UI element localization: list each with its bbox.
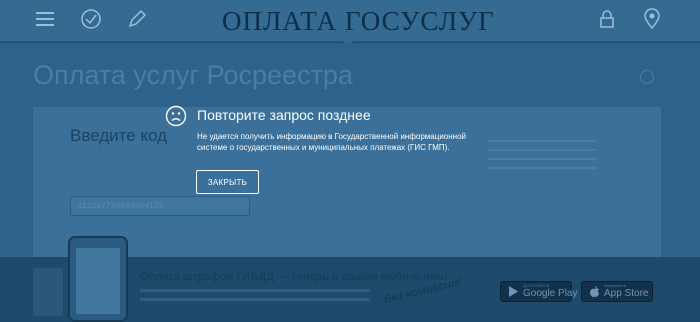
site-header: ОПЛАТА ГОСУСЛУГ xyxy=(0,0,700,46)
app-store-button[interactable]: Загрузите в App Store xyxy=(581,281,653,302)
lock-icon[interactable] xyxy=(596,8,618,30)
google-play-icon xyxy=(507,285,520,298)
promo-description xyxy=(140,289,370,307)
dialog-title: Повторите запрос позднее xyxy=(197,107,371,123)
apple-icon xyxy=(588,285,601,298)
brand-logo[interactable]: ОПЛАТА ГОСУСЛУГ xyxy=(222,6,495,37)
promo-image xyxy=(33,268,63,316)
menu-icon[interactable] xyxy=(34,8,56,30)
promo-title: Оплата штрафов ГИБДД — теперь в вашем мо… xyxy=(140,271,448,283)
location-pin-icon[interactable] xyxy=(641,8,663,30)
help-icon[interactable] xyxy=(640,70,654,84)
phone-illustration xyxy=(68,236,128,322)
close-button[interactable]: ЗАКРЫТЬ xyxy=(196,170,259,194)
form-heading: Введите код xyxy=(70,126,168,145)
dialog-message: Не удается получить информацию в Государ… xyxy=(197,132,467,152)
google-play-button[interactable]: ДОСТУПНО В Google Play xyxy=(500,281,577,302)
pen-icon[interactable] xyxy=(126,8,148,30)
sad-face-icon xyxy=(165,105,187,127)
error-dialog: Повторите запрос позднее Не удается полу… xyxy=(158,98,513,207)
checkmark-icon[interactable] xyxy=(80,8,102,30)
page-title: Оплата услуг Росреестра xyxy=(33,60,353,90)
